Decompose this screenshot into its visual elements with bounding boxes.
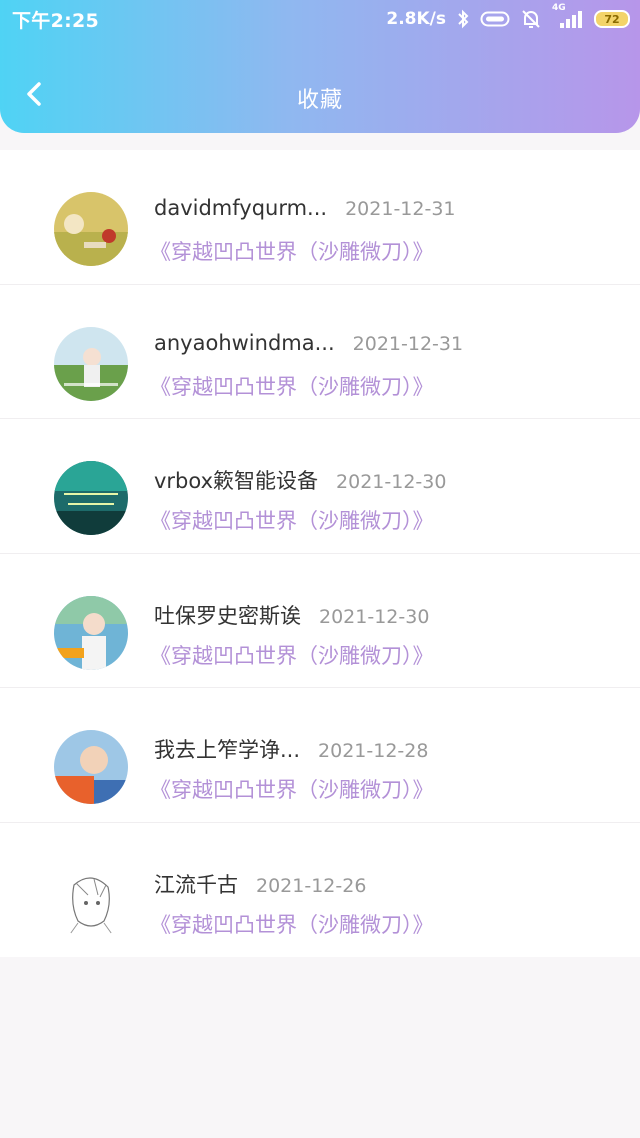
favorite-item[interactable]: anyaohwindma... 2021-12-31 《穿越凹凸世界（沙雕微刀）》 bbox=[0, 285, 640, 419]
favorite-item[interactable]: vrbox簌智能设备 2021-12-30 《穿越凹凸世界（沙雕微刀）》 bbox=[0, 419, 640, 554]
item-header: anyaohwindma... 2021-12-31 bbox=[154, 331, 463, 355]
avatar[interactable] bbox=[54, 864, 128, 939]
status-bar: 下午2:25 2.8K/s 4G 72 bbox=[0, 0, 640, 40]
avatar[interactable] bbox=[54, 730, 128, 804]
avatar[interactable] bbox=[54, 192, 128, 266]
work-title[interactable]: 《穿越凹凸世界（沙雕微刀）》 bbox=[150, 909, 434, 939]
date: 2021-12-30 bbox=[336, 471, 447, 493]
battery-icon: 72 bbox=[594, 10, 630, 28]
user-name: 我去上笮学诤... bbox=[154, 738, 301, 762]
favorite-item[interactable]: 吐保罗史密斯诶 2021-12-30 《穿越凹凸世界（沙雕微刀）》 bbox=[0, 554, 640, 688]
item-header: 我去上笮学诤... 2021-12-28 bbox=[154, 734, 428, 764]
user-name: anyaohwindma... bbox=[154, 330, 335, 355]
work-title[interactable]: 《穿越凹凸世界（沙雕微刀）》 bbox=[150, 371, 434, 401]
item-header: vrbox簌智能设备 2021-12-30 bbox=[154, 465, 446, 495]
favorites-screen: 下午2:25 2.8K/s 4G 72 收藏 davidmfyqurm... 2… bbox=[0, 0, 640, 1138]
mute-bell-icon bbox=[520, 8, 542, 30]
bluetooth-icon bbox=[456, 9, 470, 29]
item-header: 吐保罗史密斯诶 2021-12-30 bbox=[154, 600, 429, 630]
signal-label: 4G bbox=[552, 3, 566, 13]
user-name: 江流千古 bbox=[154, 872, 238, 897]
date: 2021-12-31 bbox=[345, 198, 456, 220]
user-name: vrbox簌智能设备 bbox=[154, 469, 319, 493]
date: 2021-12-26 bbox=[256, 874, 367, 897]
page-title: 收藏 bbox=[296, 88, 343, 113]
date: 2021-12-28 bbox=[318, 740, 429, 762]
signal-icon: 4G bbox=[552, 3, 584, 29]
favorite-item[interactable]: davidmfyqurm... 2021-12-31 《穿越凹凸世界（沙雕微刀）》 bbox=[0, 150, 640, 285]
avatar[interactable] bbox=[54, 461, 128, 535]
work-title[interactable]: 《穿越凹凸世界（沙雕微刀）》 bbox=[150, 640, 434, 670]
favorite-item[interactable]: 我去上笮学诤... 2021-12-28 《穿越凹凸世界（沙雕微刀）》 bbox=[0, 688, 640, 823]
avatar[interactable] bbox=[54, 595, 128, 670]
favorite-item[interactable]: 江流千古 2021-12-26 《穿越凹凸世界（沙雕微刀）》 bbox=[0, 823, 640, 958]
item-header: 江流千古 2021-12-26 bbox=[154, 869, 366, 899]
status-time: 下午2:25 bbox=[12, 10, 100, 32]
link-icon bbox=[480, 10, 510, 28]
work-title[interactable]: 《穿越凹凸世界（沙雕微刀）》 bbox=[150, 236, 434, 266]
nav-bar: 收藏 bbox=[0, 60, 640, 132]
item-header: davidmfyqurm... 2021-12-31 bbox=[154, 196, 456, 220]
work-title[interactable]: 《穿越凹凸世界（沙雕微刀）》 bbox=[150, 505, 434, 535]
battery-level: 72 bbox=[604, 12, 620, 26]
work-title[interactable]: 《穿越凹凸世界（沙雕微刀）》 bbox=[150, 774, 434, 804]
favorites-list: davidmfyqurm... 2021-12-31 《穿越凹凸世界（沙雕微刀）》… bbox=[0, 150, 640, 957]
status-icons: 2.8K/s 4G 72 bbox=[386, 3, 630, 32]
user-name: davidmfyqurm... bbox=[154, 196, 328, 220]
date: 2021-12-31 bbox=[352, 332, 464, 355]
date: 2021-12-30 bbox=[319, 605, 430, 628]
user-name: 吐保罗史密斯诶 bbox=[154, 603, 301, 628]
avatar[interactable] bbox=[54, 326, 128, 401]
net-speed: 2.8K/s bbox=[386, 9, 446, 29]
header: 下午2:25 2.8K/s 4G 72 收藏 bbox=[0, 0, 640, 133]
